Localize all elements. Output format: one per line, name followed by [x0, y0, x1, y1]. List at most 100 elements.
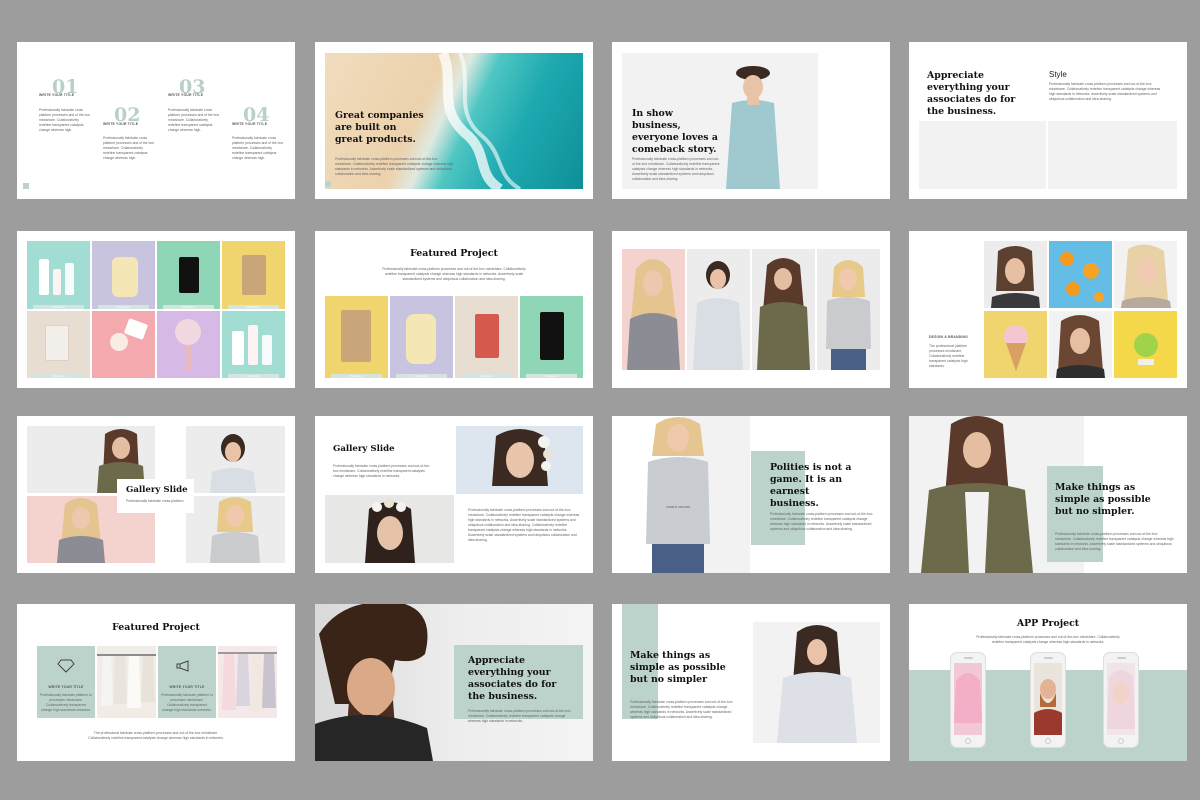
slide-title: Gallery Slide — [126, 485, 188, 495]
item-title: WRITE YOUR TITLE — [232, 122, 268, 126]
clothes-rack-photo — [97, 646, 156, 718]
slide-title: Featured Project — [410, 248, 498, 259]
slide-title: In show business, everyone loves a comeb… — [632, 108, 718, 155]
product-photo: Product A — [92, 241, 155, 309]
megaphone-icon — [176, 660, 189, 672]
slide-title: Appreciate everything your associates do… — [468, 655, 557, 702]
feature-card: WRITE YOUR TITLE Professionally fabricat… — [158, 646, 216, 718]
section-text: The professional platform processes mind… — [929, 344, 968, 368]
image-placeholder — [919, 121, 1046, 189]
flower-crown-photo — [456, 426, 583, 494]
product-caption: Product A — [228, 374, 279, 378]
gallery-label-box: Gallery Slide Professionally fabricate c… — [117, 479, 194, 513]
product-photo: Product A — [455, 296, 518, 378]
product-caption: Product A — [33, 374, 84, 378]
item-text: Professionally fabricate cross platform … — [103, 136, 155, 160]
item-text: Professionally fabricate cross platform … — [232, 136, 284, 160]
hanging-clothes-photo — [218, 646, 277, 718]
model-photo — [186, 426, 285, 493]
item-title: WRITE YOUR TITLE — [103, 122, 139, 126]
slide-text: Professionally fabricate cross-platform … — [382, 267, 526, 281]
shirt-text: CAMPUS UNICORN — [666, 506, 690, 509]
slide-6-featured-project[interactable]: Featured Project Professionally fabricat… — [315, 231, 593, 388]
accent-square — [325, 181, 331, 187]
phone-mockup — [1103, 652, 1139, 748]
phone-mockup — [950, 652, 986, 748]
accent-square — [23, 183, 29, 189]
feature-title: WRITE YOUR TITLE — [169, 685, 205, 689]
slide-11-polities[interactable]: CAMPUS UNICORN Polities is not a game. I… — [612, 416, 890, 573]
item-title: WRITE YOUR TITLE — [39, 93, 75, 97]
slide-title: APP Project — [1016, 618, 1080, 629]
product-caption: Product A — [331, 374, 382, 378]
slide-13-featured-project[interactable]: Featured Project WRITE YOUR TITLE Profes… — [17, 604, 295, 761]
slide-text: Professionally fabricate cross-platform … — [335, 157, 454, 176]
oranges-photo — [1049, 241, 1112, 308]
slide-title: Great companies are built on great produ… — [335, 110, 424, 145]
slide-title: Make things as simple as possible but no… — [630, 650, 726, 685]
feature-text: Professionally fabricate platform to pro… — [161, 693, 214, 712]
slide-text-secondary: Professionally fabricate cross-platform … — [468, 508, 580, 542]
product-caption: Product A — [461, 374, 512, 378]
flower-crown-photo — [325, 495, 454, 563]
item-title: WRITE YOUR TITLE — [168, 93, 204, 97]
slide-15-make-things-simple[interactable]: Make things as simple as possible but no… — [612, 604, 890, 761]
slide-5-product-grid[interactable]: Product A Product A Product A Product A … — [17, 231, 295, 388]
slide-text: Professionally fabricate cross-platform — [126, 499, 184, 503]
slide-title: Featured Project — [112, 622, 200, 633]
product-photo: Product A — [390, 296, 453, 378]
product-caption: Product A — [98, 305, 149, 309]
slide-4-appreciate[interactable]: Appreciate everything your associates do… — [909, 42, 1187, 199]
model-photo: CAMPUS UNICORN — [620, 416, 750, 573]
product-caption: Product A — [396, 374, 447, 378]
section-label: DESIGN & BRANDING — [929, 335, 969, 339]
item-text: Professionally fabricate cross platform … — [39, 108, 91, 132]
slide-9-gallery-slide[interactable]: Gallery Slide Professionally fabricate c… — [17, 416, 295, 573]
slide-16-app-project[interactable]: APP Project Professionally fabricate cro… — [909, 604, 1187, 761]
slide-10-gallery-slide[interactable]: Gallery Slide Professionally fabricate c… — [315, 416, 593, 573]
diamond-icon — [57, 659, 75, 673]
product-photo: Product A — [27, 311, 90, 378]
portrait-photo — [1114, 241, 1177, 308]
text-card: Appreciate everything your associates do… — [454, 645, 583, 723]
slide-title: Make things as simple as possible but no… — [1055, 482, 1151, 517]
feature-title: WRITE YOUR TITLE — [48, 685, 84, 689]
product-photo — [92, 311, 155, 378]
feature-text: Professionally fabricate platform to pro… — [40, 693, 93, 712]
portrait-photo — [984, 241, 1047, 308]
product-photo — [157, 311, 220, 378]
slide-text: Professionally fabricate cross-platform … — [976, 635, 1120, 644]
slide-text: Professionally fabricate cross-platform … — [632, 157, 720, 181]
model-photo — [687, 249, 750, 370]
model-photo — [752, 249, 815, 370]
product-caption: Product A — [228, 305, 279, 309]
portrait-photo — [1049, 311, 1112, 378]
slide-text: Professionally fabricate cross-platform … — [333, 464, 431, 478]
lime-photo — [1114, 311, 1177, 378]
slide-7-model-gallery[interactable] — [612, 231, 890, 388]
product-photo: Product A — [157, 241, 220, 309]
slide-1-numbered-titles[interactable]: 01 WRITE YOUR TITLE Professionally fabri… — [17, 42, 295, 199]
item-text: Professionally fabricate cross platform … — [168, 108, 220, 132]
slide-text: Professionally fabricate cross-platform … — [630, 700, 733, 719]
slide-text: Professionally fabricate cross-platform … — [468, 709, 571, 723]
product-photo: Product A — [222, 241, 285, 309]
model-photo — [753, 622, 880, 743]
product-caption: Product A — [163, 305, 214, 309]
product-photo: Product A — [222, 311, 285, 378]
slide-3-show-business[interactable]: In show business, everyone loves a comeb… — [612, 42, 890, 199]
slide-text: Professionally fabricate cross-platform … — [770, 512, 873, 531]
slide-2-great-companies[interactable]: Great companies are built on great produ… — [315, 42, 593, 199]
slide-title: Gallery Slide — [333, 444, 395, 454]
slide-subtitle: Style — [1049, 70, 1067, 79]
slide-footer: The professional fabricate cross-platfor… — [88, 731, 224, 740]
slide-text: Professionally fabricate cross-platform … — [1049, 82, 1161, 101]
phone-mockup — [1030, 652, 1066, 748]
feature-card: WRITE YOUR TITLE Professionally fabricat… — [37, 646, 95, 718]
product-photo: Product A — [520, 296, 583, 378]
slide-14-appreciate-everything[interactable]: Appreciate everything your associates do… — [315, 604, 593, 761]
slide-title: Appreciate everything your associates do… — [927, 70, 1016, 117]
slide-8-design-branding[interactable]: DESIGN & BRANDING The professional platf… — [909, 231, 1187, 388]
icecream-photo — [984, 311, 1047, 378]
slide-12-make-things-simple[interactable]: Make things as simple as possible but no… — [909, 416, 1187, 573]
